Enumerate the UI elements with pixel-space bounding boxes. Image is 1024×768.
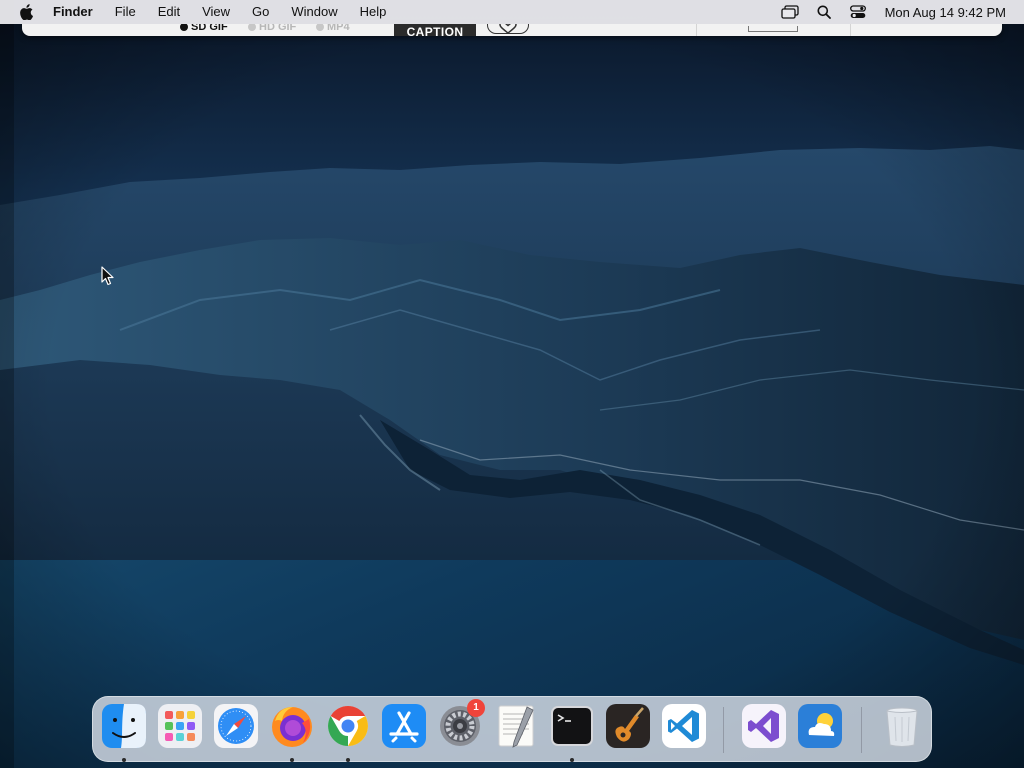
app-store-icon: [382, 704, 426, 748]
window-control: [748, 26, 798, 32]
dock-item-visual-studio[interactable]: [741, 703, 787, 753]
vscode-icon: [662, 704, 706, 748]
trash-icon: [886, 707, 918, 747]
menu-view[interactable]: View: [191, 0, 241, 24]
heart-icon: [499, 24, 517, 33]
dock-item-chrome[interactable]: [325, 703, 371, 762]
running-indicator: [122, 758, 126, 762]
menu-go[interactable]: Go: [241, 0, 280, 24]
dock-item-app-store[interactable]: [381, 703, 427, 753]
chrome-icon: [328, 706, 368, 746]
garageband-icon: [606, 704, 650, 748]
dock-item-textedit[interactable]: [493, 703, 539, 753]
dock-separator: [861, 707, 862, 753]
desktop[interactable]: Finder File Edit View Go Window Help Mon…: [0, 0, 1024, 768]
dock-item-launchpad[interactable]: [157, 703, 203, 753]
textedit-icon: [498, 705, 534, 748]
finder-icon: [102, 704, 146, 748]
menu-edit[interactable]: Edit: [147, 0, 191, 24]
dock-item-trash[interactable]: [879, 703, 925, 753]
toolbar-divider: [850, 24, 851, 36]
format-option-hd-gif[interactable]: HD GIF: [248, 24, 296, 33]
dock-item-terminal[interactable]: [549, 703, 595, 762]
toolbar-divider: [696, 24, 697, 36]
safari-icon: [214, 704, 258, 748]
dock-item-finder[interactable]: [101, 703, 147, 762]
favorite-button[interactable]: [487, 24, 529, 34]
app-menu-finder[interactable]: Finder: [53, 0, 104, 24]
running-indicator: [290, 758, 294, 762]
screen-mirroring-icon[interactable]: [780, 3, 799, 21]
firefox-icon: [272, 707, 312, 747]
notification-badge: 1: [467, 699, 485, 717]
apple-menu-icon[interactable]: [19, 4, 35, 20]
wallpaper-image: [0, 0, 1024, 768]
control-center-icon[interactable]: [849, 3, 867, 21]
format-option-mp4[interactable]: MP4: [316, 24, 350, 33]
menu-window[interactable]: Window: [280, 0, 348, 24]
dock-item-weather[interactable]: [797, 703, 843, 753]
background-window[interactable]: SD GIF HD GIF MP4 CAPTION: [22, 24, 1002, 36]
spotlight-search-icon[interactable]: [815, 3, 833, 21]
running-indicator: [570, 758, 574, 762]
format-option-sd-gif[interactable]: SD GIF: [180, 24, 228, 33]
dock-item-safari[interactable]: [213, 703, 259, 753]
dock-item-system-preferences[interactable]: 1: [437, 699, 485, 753]
dock: 1: [92, 696, 932, 762]
radio-icon: [316, 24, 324, 31]
mouse-cursor-icon: [101, 266, 114, 286]
menu-bar-clock[interactable]: Mon Aug 14 9:42 PM: [885, 5, 1006, 20]
launchpad-icon: [158, 704, 202, 748]
dock-item-firefox[interactable]: [269, 703, 315, 762]
radio-selected-icon: [180, 24, 188, 31]
caption-button[interactable]: CAPTION: [394, 24, 476, 36]
dock-separator: [723, 707, 724, 753]
terminal-icon: [551, 706, 593, 746]
visual-studio-icon: [742, 704, 786, 748]
menu-file[interactable]: File: [104, 0, 147, 24]
menu-help[interactable]: Help: [349, 0, 398, 24]
running-indicator: [346, 758, 350, 762]
dock-item-garageband[interactable]: [605, 703, 651, 753]
menu-bar: Finder File Edit View Go Window Help Mon…: [0, 0, 1024, 24]
weather-icon: [798, 704, 842, 748]
dock-item-vscode[interactable]: [661, 703, 707, 753]
radio-icon: [248, 24, 256, 31]
